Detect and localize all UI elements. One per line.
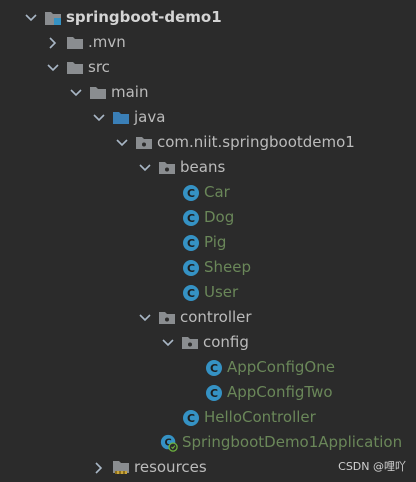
tree-node-class-dog[interactable]: C Dog xyxy=(182,205,234,230)
svg-text:C: C xyxy=(187,412,195,425)
class-c-icon: C xyxy=(182,209,200,227)
tree-node-mvn[interactable]: .mvn xyxy=(46,30,126,55)
tree-node-src[interactable]: src xyxy=(46,55,110,80)
folder-icon xyxy=(66,59,84,77)
class-c-icon: C xyxy=(205,384,223,402)
tree-node-java[interactable]: java xyxy=(92,105,165,130)
tree-node-controller[interactable]: controller xyxy=(138,305,252,330)
package-folder-icon xyxy=(135,134,153,152)
class-c-icon: C xyxy=(182,284,200,302)
tree-label-config: config xyxy=(203,333,249,351)
svg-text:C: C xyxy=(187,187,195,200)
chevron-down-icon[interactable] xyxy=(24,11,38,25)
tree-label-class: AppConfigTwo xyxy=(227,383,333,401)
svg-text:C: C xyxy=(210,387,218,400)
tree-label-resources: resources xyxy=(134,458,207,476)
tree-node-class-user[interactable]: C User xyxy=(182,280,238,305)
tree-label-class: AppConfigOne xyxy=(227,358,335,376)
chevron-right-icon[interactable] xyxy=(46,36,60,50)
tree-label-class: Sheep xyxy=(204,258,252,276)
tree-label-class: User xyxy=(204,283,239,301)
tree-label-root: springboot-demo1 xyxy=(66,8,222,26)
tree-label-class: HelloController xyxy=(204,408,316,426)
tree-node-resources[interactable]: resources xyxy=(92,455,207,480)
tree-node-class-pig[interactable]: C Pig xyxy=(182,230,226,255)
chevron-down-icon[interactable] xyxy=(92,111,106,125)
tree-label-class: SpringbootDemo1Application xyxy=(182,433,403,451)
tree-node-class-application[interactable]: C SpringbootDemo1Application xyxy=(160,430,402,455)
tree-node-beans[interactable]: beans xyxy=(138,155,225,180)
folder-icon xyxy=(89,84,107,102)
class-c-icon: C xyxy=(182,259,200,277)
tree-node-root[interactable]: springboot-demo1 xyxy=(24,5,222,30)
project-tree: springboot-demo1 .mvn src main java com.… xyxy=(0,0,416,482)
chevron-down-icon[interactable] xyxy=(138,161,152,175)
module-folder-icon xyxy=(44,9,62,27)
tree-label-mvn: .mvn xyxy=(88,33,126,51)
chevron-down-icon[interactable] xyxy=(46,61,60,75)
tree-node-class-car[interactable]: C Car xyxy=(182,180,230,205)
class-c-icon: C xyxy=(205,359,223,377)
spring-boot-application-icon: C xyxy=(160,434,178,452)
chevron-down-icon[interactable] xyxy=(69,86,83,100)
chevron-down-icon[interactable] xyxy=(138,311,152,325)
tree-label-class: Pig xyxy=(204,233,227,251)
class-c-icon: C xyxy=(182,184,200,202)
folder-icon xyxy=(66,34,84,52)
svg-text:C: C xyxy=(187,237,195,250)
tree-node-main[interactable]: main xyxy=(69,80,148,105)
tree-label-controller: controller xyxy=(180,308,252,326)
package-folder-icon xyxy=(181,334,199,352)
tree-label-beans: beans xyxy=(180,158,226,176)
class-c-icon: C xyxy=(182,234,200,252)
tree-node-class-hellocontroller[interactable]: C HelloController xyxy=(182,405,316,430)
tree-label-class: Dog xyxy=(204,208,235,226)
svg-text:C: C xyxy=(187,262,195,275)
tree-label-main: main xyxy=(111,83,149,101)
tree-label-src: src xyxy=(88,58,110,76)
source-root-folder-icon xyxy=(112,109,130,127)
tree-label-class: Car xyxy=(204,183,230,201)
chevron-right-icon[interactable] xyxy=(92,461,106,475)
tree-label-package: com.niit.springbootdemo1 xyxy=(157,133,355,151)
tree-node-class-sheep[interactable]: C Sheep xyxy=(182,255,251,280)
svg-text:C: C xyxy=(187,287,195,300)
tree-node-config[interactable]: config xyxy=(161,330,249,355)
tree-node-package[interactable]: com.niit.springbootdemo1 xyxy=(115,130,355,155)
resources-folder-icon xyxy=(112,459,130,477)
svg-text:C: C xyxy=(210,362,218,375)
tree-node-class-appconfigtwo[interactable]: C AppConfigTwo xyxy=(205,380,333,405)
tree-label-java: java xyxy=(134,108,166,126)
watermark: CSDN @哩吖 xyxy=(338,460,406,473)
tree-node-class-appconfigone[interactable]: C AppConfigOne xyxy=(205,355,335,380)
package-folder-icon xyxy=(158,159,176,177)
svg-text:C: C xyxy=(187,212,195,225)
chevron-down-icon[interactable] xyxy=(161,336,175,350)
chevron-down-icon[interactable] xyxy=(115,136,129,150)
package-folder-icon xyxy=(158,309,176,327)
class-c-icon: C xyxy=(182,409,200,427)
